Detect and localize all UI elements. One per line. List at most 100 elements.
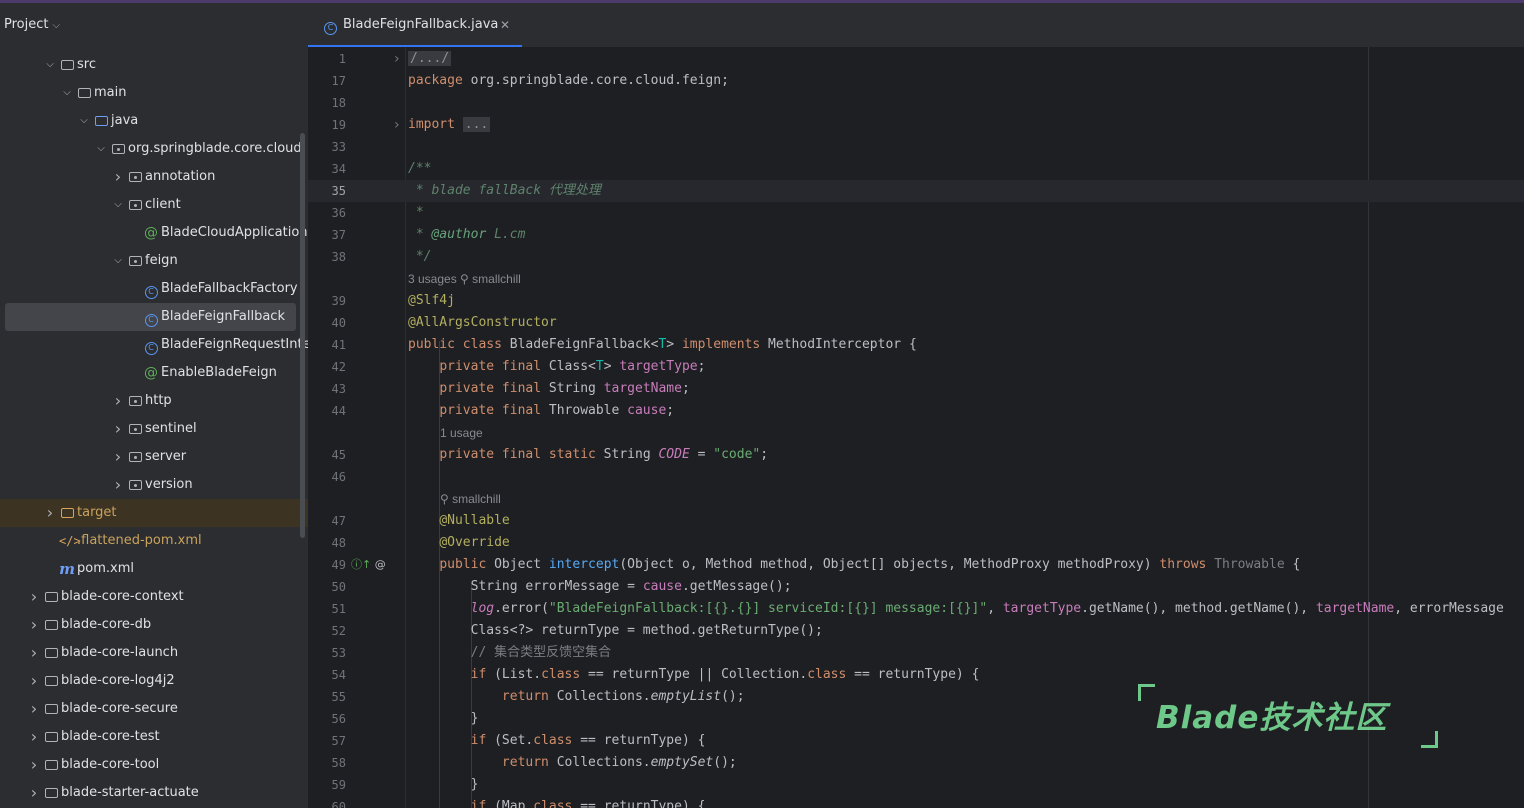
- expand-arrow-icon[interactable]: ›: [112, 471, 124, 499]
- expand-arrow-icon[interactable]: ›: [28, 611, 40, 639]
- code-line[interactable]: 19 › import ...: [308, 114, 1524, 136]
- code-line[interactable]: 48 @Override: [308, 532, 1524, 554]
- code-line[interactable]: 39 @Slf4j: [308, 290, 1524, 312]
- line-number: 56: [331, 712, 346, 726]
- code-line[interactable]: 42 private final Class<T> targetType;: [308, 356, 1524, 378]
- tree-item-blade-core-log4j2[interactable]: › blade-core-log4j2: [0, 667, 308, 695]
- code-line[interactable]: 18: [308, 92, 1524, 114]
- tree-item-version[interactable]: › version: [0, 471, 308, 499]
- collapse-arrow-icon[interactable]: ⌵: [78, 107, 90, 135]
- line-number: 42: [331, 360, 346, 374]
- code-line[interactable]: 1 › /.../: [308, 48, 1524, 70]
- project-view-selector[interactable]: Project ⌵: [4, 17, 60, 32]
- code-line[interactable]: 41 public class BladeFeignFallback<T> imp…: [308, 334, 1524, 356]
- tree-item-server[interactable]: › server: [0, 443, 308, 471]
- line-number: 41: [331, 338, 346, 352]
- code-text: /**: [408, 161, 432, 176]
- expand-arrow-icon[interactable]: ›: [28, 751, 40, 779]
- code-line[interactable]: 51 log.error("BladeFeignFallback:[{}.{}]…: [308, 598, 1524, 620]
- code-line[interactable]: 43 private final String targetName;: [308, 378, 1524, 400]
- tree-item-blade-core-db[interactable]: › blade-core-db: [0, 611, 308, 639]
- collapse-arrow-icon[interactable]: ⌵: [61, 79, 73, 107]
- code-line[interactable]: 35 * blade fallBack 代理处理: [308, 180, 1524, 202]
- collapse-arrow-icon[interactable]: ⌵: [44, 51, 56, 79]
- inlay-usage-hint[interactable]: 3 usages ⚲ smallchill: [408, 268, 521, 290]
- expand-arrow-icon[interactable]: ›: [28, 639, 40, 667]
- tab-bladefeignfallback[interactable]: C BladeFeignFallback.java ✕: [308, 3, 522, 47]
- tree-item-bladefeignfallback[interactable]: C BladeFeignFallback: [5, 303, 296, 331]
- code-text: * blade fallBack 代理处理: [408, 183, 601, 198]
- tree-item-feign[interactable]: ⌵ feign: [0, 247, 308, 275]
- tree-item-label: version: [145, 477, 193, 492]
- collapse-arrow-icon[interactable]: ⌵: [112, 191, 124, 219]
- expand-arrow-icon[interactable]: ›: [28, 779, 40, 807]
- code-line[interactable]: 33: [308, 136, 1524, 158]
- code-line[interactable]: 37 * @author L.cm: [308, 224, 1524, 246]
- expand-arrow-icon[interactable]: ›: [112, 443, 124, 471]
- close-tab-icon[interactable]: ✕: [500, 3, 510, 47]
- code-line[interactable]: 53 // 集合类型反馈空集合: [308, 642, 1524, 664]
- tree-item-annotation[interactable]: › annotation: [0, 163, 308, 191]
- code-line[interactable]: 59 }: [308, 774, 1524, 796]
- collapse-arrow-icon[interactable]: ⌵: [95, 135, 107, 163]
- expand-arrow-icon[interactable]: ›: [112, 415, 124, 443]
- tree-item-flattened-pom-xml[interactable]: </> .flattened-pom.xml: [0, 527, 308, 555]
- code-line[interactable]: 49 ⓘ↑ @ public Object intercept(Object o,…: [308, 554, 1524, 576]
- code-line[interactable]: 50 String errorMessage = cause.getMessag…: [308, 576, 1524, 598]
- expand-arrow-icon[interactable]: ›: [28, 667, 40, 695]
- tree-item-bladefallbackfactory[interactable]: C BladeFallbackFactory: [0, 275, 308, 303]
- tree-item-sentinel[interactable]: › sentinel: [0, 415, 308, 443]
- tree-item-blade-core-context[interactable]: › blade-core-context: [0, 583, 308, 611]
- fold-arrow-icon[interactable]: ›: [394, 114, 400, 136]
- tree-item-target[interactable]: › target: [0, 499, 308, 527]
- code-line[interactable]: 54 if (List.class == returnType || Colle…: [308, 664, 1524, 686]
- tree-item-blade-core-test[interactable]: › blade-core-test: [0, 723, 308, 751]
- tree-item-blade-starter-actuate[interactable]: › blade-starter-actuate: [0, 779, 308, 807]
- tree-item-org-springblade-core-cloud[interactable]: ⌵ org.springblade.core.cloud: [0, 135, 308, 163]
- tree-item-blade-core-secure[interactable]: › blade-core-secure: [0, 695, 308, 723]
- sidebar-scrollbar[interactable]: [300, 133, 305, 538]
- inlay-usage-hint[interactable]: 1 usage: [440, 422, 483, 444]
- code-line[interactable]: 34 /**: [308, 158, 1524, 180]
- expand-arrow-icon[interactable]: ›: [28, 695, 40, 723]
- tree-item-http[interactable]: › http: [0, 387, 308, 415]
- expand-arrow-icon[interactable]: ›: [112, 387, 124, 415]
- code-text: *: [408, 205, 424, 220]
- code-line[interactable]: 45 private final static String CODE = "c…: [308, 444, 1524, 466]
- chevron-down-icon[interactable]: ⌵: [52, 20, 60, 31]
- code-line[interactable]: 60 if (Map.class == returnType) {: [308, 796, 1524, 808]
- line-number: 45: [331, 448, 346, 462]
- code-line[interactable]: 40 @AllArgsConstructor: [308, 312, 1524, 334]
- tree-item-enablebladefeign[interactable]: @ EnableBladeFeign: [0, 359, 308, 387]
- java-class-icon: C: [143, 331, 159, 359]
- tree-item-label: blade-core-secure: [61, 701, 178, 716]
- annotation-gutter-icon[interactable]: @: [375, 558, 386, 571]
- tree-item-main[interactable]: ⌵ main: [0, 79, 308, 107]
- implements-method-icon[interactable]: ⓘ↑: [351, 558, 371, 571]
- tree-item-blade-core-launch[interactable]: › blade-core-launch: [0, 639, 308, 667]
- code-line[interactable]: 38 */: [308, 246, 1524, 268]
- tree-item-client[interactable]: ⌵ client: [0, 191, 308, 219]
- package-icon: [127, 191, 143, 219]
- expand-arrow-icon[interactable]: ›: [28, 583, 40, 611]
- fold-arrow-icon[interactable]: ›: [394, 48, 400, 70]
- tree-item-label: blade-core-db: [61, 617, 152, 632]
- code-line[interactable]: 17 package org.springblade.core.cloud.fei…: [308, 70, 1524, 92]
- inlay-usage-hint[interactable]: ⚲ smallchill: [440, 488, 501, 510]
- tree-item-src[interactable]: ⌵ src: [0, 51, 308, 79]
- code-line[interactable]: 44 private final Throwable cause;: [308, 400, 1524, 422]
- tree-item-blade-core-tool[interactable]: › blade-core-tool: [0, 751, 308, 779]
- tree-item-pom-xml[interactable]: m pom.xml: [0, 555, 308, 583]
- expand-arrow-icon[interactable]: ›: [44, 499, 56, 527]
- tree-item-java[interactable]: ⌵ java: [0, 107, 308, 135]
- expand-arrow-icon[interactable]: ›: [112, 163, 124, 191]
- tree-item-bladecloudapplication[interactable]: @ BladeCloudApplication: [0, 219, 308, 247]
- code-line[interactable]: 52 Class<?> returnType = method.getRetur…: [308, 620, 1524, 642]
- expand-arrow-icon[interactable]: ›: [28, 723, 40, 751]
- code-line[interactable]: 46: [308, 466, 1524, 488]
- code-line[interactable]: 36 *: [308, 202, 1524, 224]
- code-line[interactable]: 47 @Nullable: [308, 510, 1524, 532]
- tree-item-bladefeignrequestinte[interactable]: C BladeFeignRequestInte: [0, 331, 308, 359]
- collapse-arrow-icon[interactable]: ⌵: [112, 247, 124, 275]
- code-line[interactable]: 58 return Collections.emptySet();: [308, 752, 1524, 774]
